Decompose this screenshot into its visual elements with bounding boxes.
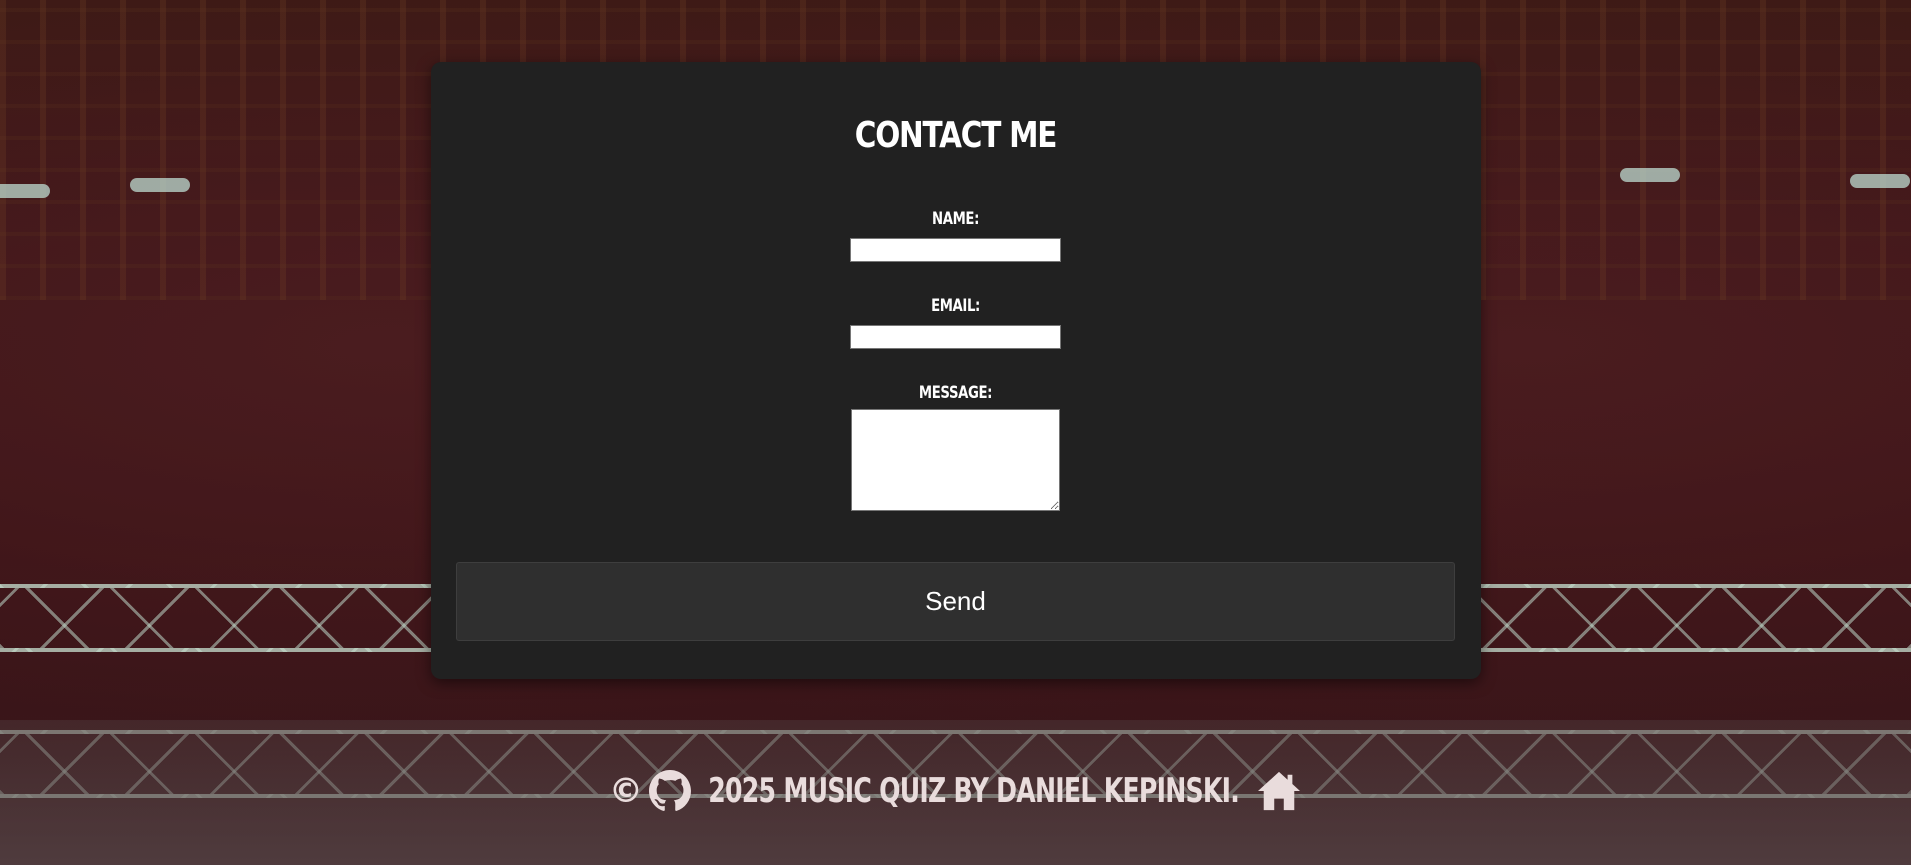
footer-text: 2025 MUSIC QUIZ BY DANIEL KEPINSKI. (708, 771, 1240, 811)
email-field[interactable] (850, 325, 1061, 349)
stage-light (1850, 174, 1910, 188)
footer: © 2025 MUSIC QUIZ BY DANIEL KEPINSKI. (0, 770, 1911, 812)
email-label: EMAIL: (931, 296, 980, 316)
stage-light (1620, 168, 1680, 182)
name-field[interactable] (850, 238, 1061, 262)
copyright-symbol: © (608, 771, 643, 811)
stage-light (130, 178, 190, 192)
github-icon[interactable] (648, 770, 691, 812)
home-icon[interactable] (1256, 770, 1302, 812)
message-label: MESSAGE: (918, 383, 993, 403)
message-field[interactable] (851, 409, 1060, 511)
stage-light (0, 184, 50, 198)
send-button[interactable]: Send (456, 562, 1455, 641)
page-title: CONTACT ME (854, 115, 1058, 156)
name-label: NAME: (932, 209, 979, 229)
